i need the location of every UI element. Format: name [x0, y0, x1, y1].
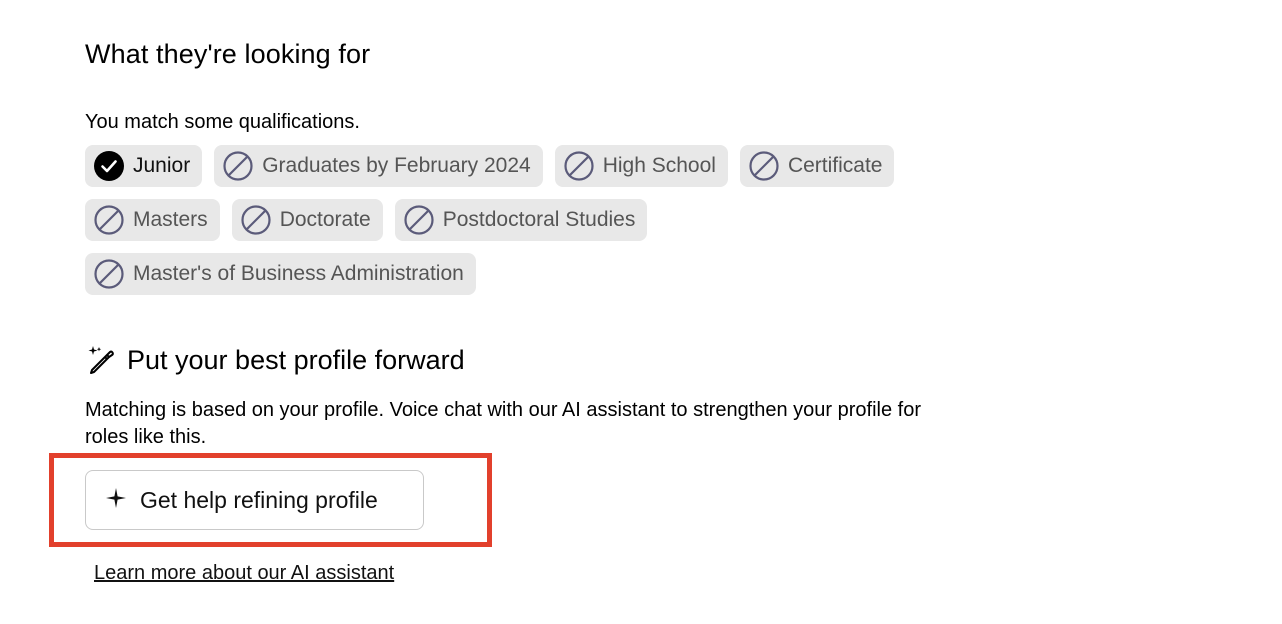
profile-section-header: Put your best profile forward — [85, 344, 465, 376]
qualification-chip-junior: Junior — [85, 145, 203, 187]
chip-label: Graduates by February 2024 — [262, 154, 531, 177]
get-help-refining-profile-button[interactable]: Get help refining profile — [85, 470, 424, 530]
prohibited-icon — [404, 205, 434, 235]
chip-label: Masters — [133, 208, 208, 231]
qualification-chips: Junior Graduates by February 2024 High S… — [85, 145, 965, 295]
qualification-chip-certificate: Certificate — [739, 145, 895, 187]
qualification-chip-mba: Master's of Business Administration — [85, 253, 476, 295]
chip-label: High School — [602, 154, 716, 177]
qualification-chip-graduates: Graduates by February 2024 — [214, 145, 543, 187]
learn-more-link[interactable]: Learn more about our AI assistant — [94, 562, 394, 585]
check-circle-icon — [94, 151, 124, 181]
qualification-chip-masters: Masters — [85, 199, 220, 241]
qualification-chip-postdoctoral: Postdoctoral Studies — [394, 199, 648, 241]
sparkle-icon — [106, 488, 126, 512]
prohibited-icon — [241, 205, 271, 235]
magic-wand-icon — [85, 344, 117, 376]
qualification-chip-doctorate: Doctorate — [231, 199, 383, 241]
match-summary: You match some qualifications. — [85, 111, 360, 133]
prohibited-icon — [94, 205, 124, 235]
profile-heading: Put your best profile forward — [127, 344, 465, 375]
qualification-chip-high-school: High School — [554, 145, 728, 187]
chip-label: Certificate — [787, 154, 883, 177]
looking-for-heading: What they're looking for — [85, 39, 371, 69]
chip-label: Postdoctoral Studies — [442, 208, 636, 231]
chip-label: Doctorate — [279, 208, 371, 231]
prohibited-icon — [223, 151, 253, 181]
prohibited-icon — [564, 151, 594, 181]
prohibited-icon — [749, 151, 779, 181]
chip-label: Master's of Business Administration — [133, 262, 464, 285]
prohibited-icon — [94, 259, 124, 289]
chip-label: Junior — [133, 154, 191, 177]
button-label: Get help refining profile — [140, 486, 378, 513]
profile-description: Matching is based on your profile. Voice… — [85, 399, 922, 448]
